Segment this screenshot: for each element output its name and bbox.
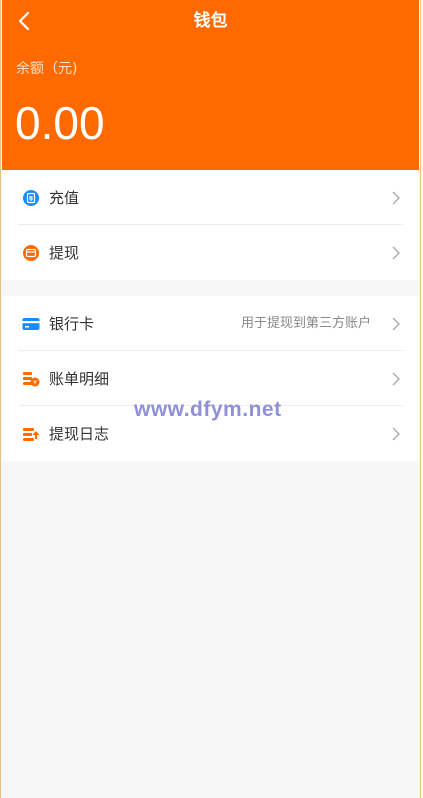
wallet-header: 钱包 余额（元) 0.00 [2,0,419,170]
bank-card-icon [22,318,40,330]
withdraw-log-icon [23,428,40,441]
menu-item-label: 提现 [49,244,80,262]
bill-detail-icon: ¥ [23,372,40,387]
menu-item-label: 充值 [49,189,80,207]
chevron-right-icon [392,427,400,441]
balance-value: 0.00 [15,97,105,149]
recharge-icon [23,190,39,206]
page-title: 钱包 [193,11,228,31]
menu-item-label: 账单明细 [49,370,110,388]
menu-item-withdraw[interactable]: 提现 [18,225,403,280]
svg-text:¥: ¥ [33,380,37,387]
menu-item-label: 提现日志 [49,425,110,443]
menu-item-hint: 用于提现到第三方账户 [240,316,371,331]
withdraw-icon [23,245,39,261]
menu-item-recharge[interactable]: 充值 [18,170,403,225]
menu-group-payments: 充值 提现 [2,170,419,280]
balance-label: 余额（元) [16,61,78,77]
menu-item-bank-card[interactable]: 银行卡 用于提现到第三方账户 [18,296,403,351]
watermark: www.dfym.net [134,398,282,421]
menu-item-label: 银行卡 [49,315,95,333]
chevron-right-icon [392,372,400,386]
chevron-right-icon [392,191,400,205]
menu-group-account: 银行卡 用于提现到第三方账户 ¥ 账单明细 提现日志 [2,296,419,461]
chevron-right-icon [392,246,400,260]
chevron-right-icon [392,317,400,331]
